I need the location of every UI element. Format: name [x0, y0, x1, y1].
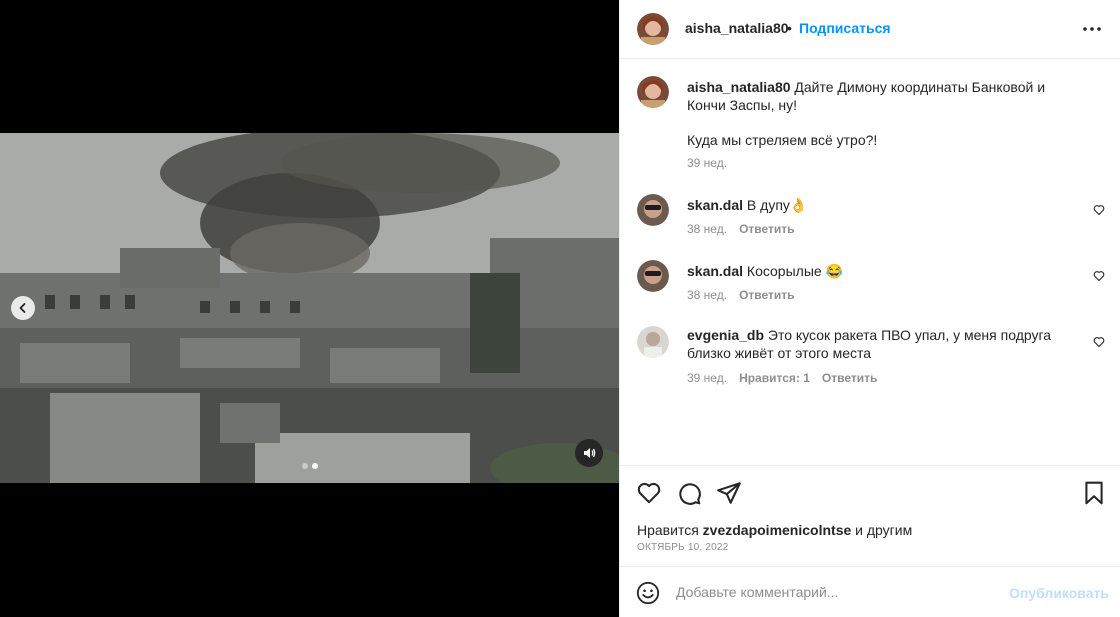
comment-username[interactable]: skan.dal: [687, 263, 743, 279]
bookmark-icon[interactable]: [1081, 480, 1107, 506]
add-comment-bar: Опубликовать: [620, 566, 1120, 617]
commenter-avatar[interactable]: [637, 194, 669, 226]
comment-item: skan.dal В дупу👌 38 нед. Ответить: [620, 194, 1120, 244]
comment-text: Куда мы стреляем всё утро?!: [687, 132, 878, 148]
separator-dot: •: [787, 20, 792, 36]
comment-time[interactable]: 39 нед.: [687, 371, 727, 385]
carousel-dots: [302, 463, 318, 469]
comment-input[interactable]: [676, 581, 996, 603]
post-side-panel: aisha_natalia80 • Подписаться aisha_nata…: [619, 0, 1120, 617]
heart-icon[interactable]: [636, 480, 662, 506]
comments-list: aisha_natalia80 Дайте Димону координаты …: [620, 60, 1120, 464]
comment-body: skan.dal В дупу👌: [687, 196, 1079, 214]
comment-text: Косорылые 😂: [746, 263, 843, 279]
post-video[interactable]: [0, 133, 619, 483]
comment-username[interactable]: evgenia_db: [687, 327, 764, 343]
comment-text: В дупу👌: [746, 197, 808, 213]
publish-button[interactable]: Опубликовать: [1009, 585, 1109, 601]
video-frame: [0, 133, 619, 483]
likes-suffix[interactable]: и другим: [855, 522, 912, 538]
post-date[interactable]: ОКТЯБРЬ 10, 2022: [637, 542, 728, 553]
comment-username[interactable]: aisha_natalia80: [687, 79, 791, 95]
avatar-image: [637, 194, 669, 226]
comment-username[interactable]: skan.dal: [687, 197, 743, 213]
comment-body: evgenia_db Это кусок ракета ПВО упал, у …: [687, 326, 1079, 362]
heart-icon[interactable]: [1093, 270, 1105, 282]
likes-prefix: Нравится: [637, 522, 699, 538]
post-header: aisha_natalia80 • Подписаться: [620, 0, 1120, 59]
carousel-dot-active: [312, 463, 318, 469]
comment-time[interactable]: 38 нед.: [687, 288, 727, 302]
reply-button[interactable]: Ответить: [822, 371, 877, 385]
caption-body: aisha_natalia80 Дайте Димону координаты …: [687, 78, 1079, 114]
comment-meta: 38 нед. Ответить: [687, 222, 795, 236]
avatar-image: [637, 13, 669, 45]
reply-button[interactable]: Ответить: [739, 222, 794, 236]
post-caption: aisha_natalia80 Дайте Димону координаты …: [620, 76, 1120, 176]
comment-icon[interactable]: [676, 480, 702, 506]
more-icon[interactable]: [1082, 20, 1102, 38]
emoji-icon[interactable]: [636, 581, 660, 605]
comment-meta: 39 нед. Нравится: 1 Ответить: [687, 371, 877, 385]
avatar-image: [637, 76, 669, 108]
comment-likes[interactable]: Нравится: 1: [739, 371, 810, 385]
comment-time[interactable]: 38 нед.: [687, 222, 727, 236]
caption-body-line2: Куда мы стреляем всё утро?!: [687, 131, 1079, 149]
previous-slide-button[interactable]: [11, 296, 35, 320]
commenter-avatar[interactable]: [637, 326, 669, 358]
comment-time[interactable]: 39 нед.: [687, 156, 727, 170]
follow-button[interactable]: Подписаться: [799, 20, 891, 36]
chevron-left-icon: [19, 303, 26, 313]
avatar-image: [637, 260, 669, 292]
avatar-image: [637, 326, 669, 358]
carousel-dot: [302, 463, 308, 469]
heart-icon[interactable]: [1093, 204, 1105, 216]
commenter-avatar[interactable]: [637, 260, 669, 292]
comment-meta: 38 нед. Ответить: [687, 288, 795, 302]
likes-user[interactable]: zvezdapoimenicolntse: [703, 522, 852, 538]
comment-body: skan.dal Косорылые 😂: [687, 262, 1079, 280]
post-actions: Нравится zvezdapoimenicolntse и другим О…: [620, 465, 1120, 565]
reply-button[interactable]: Ответить: [739, 288, 794, 302]
author-avatar[interactable]: [637, 76, 669, 108]
likes-summary: Нравится zvezdapoimenicolntse и другим: [637, 522, 912, 538]
sound-toggle-button[interactable]: [575, 439, 603, 467]
heart-icon[interactable]: [1093, 336, 1105, 348]
share-icon[interactable]: [716, 480, 742, 506]
sound-icon: [584, 448, 596, 458]
comment-item: evgenia_db Это кусок ракета ПВО упал, у …: [620, 326, 1120, 396]
author-username[interactable]: aisha_natalia80: [685, 20, 789, 36]
comment-item: skan.dal Косорылые 😂 38 нед. Ответить: [620, 260, 1120, 310]
post-media: [0, 0, 619, 617]
comment-meta: 39 нед.: [687, 156, 727, 170]
author-avatar[interactable]: [637, 13, 669, 45]
